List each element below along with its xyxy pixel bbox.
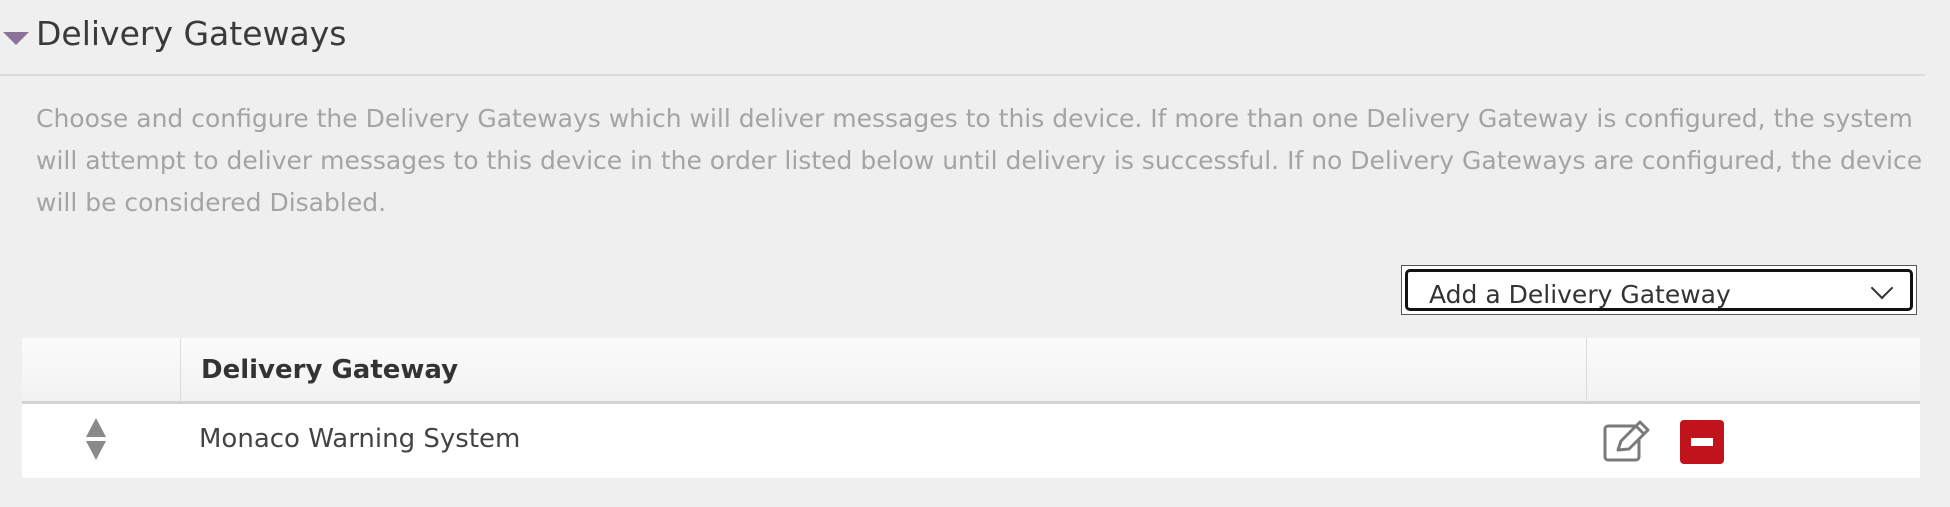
chevron-down-icon (1870, 276, 1894, 300)
column-header-actions (1587, 338, 1920, 401)
table-header: Delivery Gateway (22, 338, 1920, 404)
reorder-handle-icon[interactable] (84, 417, 108, 461)
caret-down-icon[interactable] (3, 32, 29, 45)
edit-icon[interactable] (1602, 420, 1650, 464)
table-row: Monaco Warning System (22, 404, 1920, 478)
column-header-delivery-gateway: Delivery Gateway (181, 338, 1587, 401)
section-header[interactable]: Delivery Gateways (0, 0, 1925, 76)
gateway-name: Monaco Warning System (199, 424, 521, 454)
add-delivery-gateway-label: Add a Delivery Gateway (1429, 280, 1731, 309)
remove-icon[interactable] (1680, 420, 1724, 464)
add-delivery-gateway-select[interactable]: Add a Delivery Gateway (1401, 265, 1917, 315)
section-title: Delivery Gateways (36, 14, 347, 53)
column-header-reorder (22, 338, 181, 401)
delivery-gateways-table: Delivery Gateway Monaco Warning System (22, 338, 1920, 478)
section-description: Choose and configure the Delivery Gatewa… (36, 104, 1923, 217)
add-delivery-gateway-select-box[interactable]: Add a Delivery Gateway (1405, 269, 1913, 311)
column-header-label: Delivery Gateway (201, 355, 459, 385)
